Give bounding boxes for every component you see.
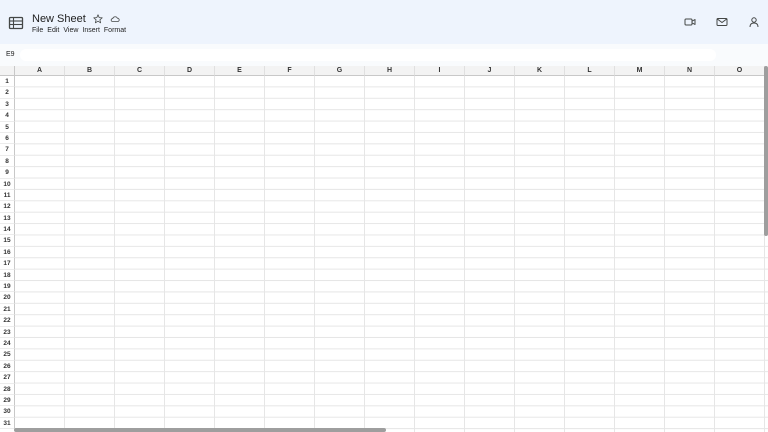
row-header-10[interactable]: 10	[0, 178, 15, 190]
row-header-11[interactable]: 11	[0, 189, 15, 202]
column-header-b[interactable]: B	[65, 66, 115, 76]
menu-format[interactable]: Format	[104, 26, 126, 35]
mail-icon[interactable]	[716, 16, 728, 28]
title-row: New Sheet	[32, 12, 120, 26]
row-header-14[interactable]: 14	[0, 224, 15, 236]
column-header-k[interactable]: K	[515, 66, 565, 76]
row-header-12[interactable]: 12	[0, 201, 15, 213]
menu-file[interactable]: File	[32, 26, 43, 35]
column-header-h[interactable]: H	[365, 66, 415, 76]
column-header-l[interactable]: L	[565, 66, 615, 76]
column-header-i[interactable]: I	[415, 66, 465, 76]
menu-insert[interactable]: Insert	[82, 26, 100, 35]
spreadsheet-app: New Sheet File Edit View Insert Format E…	[0, 0, 768, 432]
app-header: New Sheet File Edit View Insert Format	[0, 0, 768, 44]
column-header-f[interactable]: F	[265, 66, 315, 76]
column-header-g[interactable]: G	[315, 66, 365, 76]
column-header-c[interactable]: C	[115, 66, 165, 76]
row-header-3[interactable]: 3	[0, 98, 15, 111]
spreadsheet-icon[interactable]	[8, 15, 24, 31]
row-header-16[interactable]: 16	[0, 246, 15, 259]
formula-bar: E9	[0, 44, 768, 66]
row-header-2[interactable]: 2	[0, 87, 15, 99]
row-header-30[interactable]: 30	[0, 406, 15, 418]
row-header-23[interactable]: 23	[0, 326, 15, 338]
row-header-31[interactable]: 31	[0, 417, 15, 430]
account-icon[interactable]	[748, 16, 760, 28]
row-header-5[interactable]: 5	[0, 121, 15, 133]
menu-view[interactable]: View	[63, 26, 78, 35]
formula-input[interactable]	[20, 49, 716, 61]
column-header-e[interactable]: E	[215, 66, 265, 76]
select-all-corner[interactable]	[0, 66, 15, 76]
row-header-15[interactable]: 15	[0, 235, 15, 247]
cloud-icon[interactable]	[110, 14, 120, 24]
column-header-j[interactable]: J	[465, 66, 515, 76]
row-header-25[interactable]: 25	[0, 349, 15, 361]
row-header-29[interactable]: 29	[0, 394, 15, 407]
row-header-26[interactable]: 26	[0, 360, 15, 373]
spreadsheet-grid: ABCDEFGHIJKLMNO 1 2 3 4 5 6 7 8 9 10 11 12 13 14 15 16 1…	[0, 66, 768, 432]
row-header-6[interactable]: 6	[0, 132, 15, 145]
column-header-d[interactable]: D	[165, 66, 215, 76]
vertical-scrollbar[interactable]	[764, 66, 768, 236]
star-icon[interactable]	[93, 14, 103, 24]
column-headers: ABCDEFGHIJKLMNO	[15, 66, 765, 76]
document-title[interactable]: New Sheet	[32, 12, 86, 26]
row-header-4[interactable]: 4	[0, 110, 15, 122]
row-headers: 1 2 3 4 5 6 7 8 9 10 11 12 13 14 15 16 17 18 19 20 21 22 23 24 2…	[0, 76, 15, 430]
row-header-1[interactable]: 1	[0, 76, 15, 88]
row-header-21[interactable]: 21	[0, 303, 15, 316]
menu-edit[interactable]: Edit	[47, 26, 59, 35]
row-header-7[interactable]: 7	[0, 144, 15, 156]
row-header-28[interactable]: 28	[0, 383, 15, 395]
row-header-20[interactable]: 20	[0, 292, 15, 304]
column-header-o[interactable]: O	[715, 66, 765, 76]
row-header-19[interactable]: 19	[0, 281, 15, 293]
row-header-18[interactable]: 18	[0, 269, 15, 282]
row-header-27[interactable]: 27	[0, 372, 15, 384]
row-header-24[interactable]: 24	[0, 337, 15, 350]
row-header-22[interactable]: 22	[0, 315, 15, 327]
column-header-n[interactable]: N	[665, 66, 715, 76]
row-header-9[interactable]: 9	[0, 167, 15, 179]
row-header-8[interactable]: 8	[0, 155, 15, 168]
menu-bar: File Edit View Insert Format	[32, 26, 130, 35]
row-header-13[interactable]: 13	[0, 212, 15, 225]
row-header-17[interactable]: 17	[0, 258, 15, 270]
cell-area[interactable]	[15, 76, 768, 432]
column-header-a[interactable]: A	[15, 66, 65, 76]
horizontal-scrollbar[interactable]	[14, 428, 386, 432]
column-header-m[interactable]: M	[615, 66, 665, 76]
video-camera-icon[interactable]	[684, 16, 696, 28]
